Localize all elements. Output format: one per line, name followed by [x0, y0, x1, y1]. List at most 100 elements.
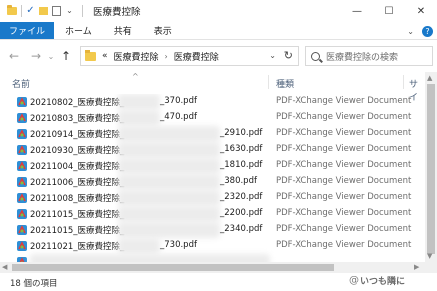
file-name-start: 20211015_医療費控除_ [30, 210, 125, 220]
refresh-icon[interactable]: ↻ [284, 49, 293, 62]
item-count: 18 個の項目 [10, 279, 58, 289]
list-item[interactable]: 20210914_医療費控除_ _2910.pdf PDF-XChange Vi… [0, 126, 425, 142]
breadcrumb-item-parent[interactable]: 医療費控除 [114, 50, 159, 63]
address-bar[interactable]: « 医療費控除 › 医療費控除 ⌄ ↻ [80, 46, 299, 66]
file-list: 20210802_医療費控除_ _370.pdf PDF-XChange Vie… [0, 94, 425, 262]
redacted-region [30, 254, 270, 262]
list-item[interactable]: 20210802_医療費控除_ _370.pdf PDF-XChange Vie… [0, 94, 425, 110]
list-item[interactable]: 20211006_医療費控除_ _380.pdf PDF-XChange Vie… [0, 174, 425, 190]
file-name-start: 20211008_医療費控除_ [30, 194, 125, 204]
back-button[interactable]: ← [6, 46, 22, 66]
redacted-region [118, 94, 160, 110]
pdf-file-icon [17, 145, 27, 155]
up-button[interactable]: ↑ [58, 46, 74, 66]
file-name-end: _2340.pdf [220, 224, 263, 234]
horizontal-scroll-thumb[interactable] [12, 264, 334, 271]
watermark-at-icon: @ [349, 274, 359, 286]
close-button[interactable]: ✕ [405, 0, 437, 22]
navigation-bar: ← → ⌄ ↑ « 医療費控除 › 医療費控除 ⌄ ↻ 医療費控除の検索 [0, 40, 437, 72]
redacted-region [118, 206, 220, 222]
ribbon-right: ⌄ ? [407, 22, 433, 40]
file-type: PDF-XChange Viewer Document [276, 96, 412, 106]
pdf-file-icon [17, 225, 27, 235]
redacted-region [118, 174, 220, 190]
minimize-button[interactable]: — [341, 0, 373, 22]
file-name-end: _1810.pdf [220, 160, 263, 170]
quick-access-dropdown-icon[interactable]: ⌄ [65, 6, 74, 16]
search-box[interactable]: 医療費控除の検索 [305, 46, 433, 66]
watermark: @ いつも隣に [349, 271, 429, 289]
file-type: PDF-XChange Viewer Document [276, 240, 412, 250]
column-header-type[interactable]: 種類 [276, 77, 294, 90]
breadcrumb-item-current[interactable]: 医療費控除 [174, 50, 219, 63]
column-header-name[interactable]: 名前 [12, 77, 30, 90]
pdf-file-icon [17, 97, 27, 107]
file-type: PDF-XChange Viewer Document [276, 112, 412, 122]
address-folder-icon [85, 49, 96, 61]
window-title: 医療費控除 [93, 7, 141, 18]
list-item[interactable]: 20211015_医療費控除_ _2200.pdf PDF-XChange Vi… [0, 206, 425, 222]
redacted-region [118, 110, 160, 126]
pdf-file-icon [17, 129, 27, 139]
file-type: PDF-XChange Viewer Document [276, 176, 412, 186]
breadcrumb-separator-icon[interactable]: › [165, 52, 168, 61]
scroll-down-icon[interactable]: ▼ [427, 252, 432, 260]
recent-locations-button[interactable]: ⌄ [46, 46, 56, 66]
file-type: PDF-XChange Viewer Document [276, 224, 412, 234]
column-divider[interactable] [403, 75, 404, 89]
vertical-scroll-thumb[interactable] [427, 84, 435, 254]
title-separator-2 [82, 5, 83, 17]
title-bar: ✓ ⌄ 医療費控除 — ☐ ✕ [0, 0, 437, 22]
scroll-right-icon[interactable]: ▶ [414, 263, 419, 271]
file-name-start: 20211015_医療費控除_ [30, 226, 125, 236]
search-input[interactable]: 医療費控除の検索 [326, 50, 398, 63]
quick-access-toolbar-icon[interactable] [52, 6, 61, 16]
file-name-end: _470.pdf [160, 112, 197, 122]
file-name-start: 20211006_医療費控除_ [30, 178, 125, 188]
redacted-region [118, 158, 220, 174]
tab-share[interactable]: 共有 [103, 22, 143, 39]
vertical-scrollbar[interactable]: ▲ ▼ [425, 72, 437, 262]
watermark-text: いつも隣に [360, 276, 406, 287]
file-type: PDF-XChange Viewer Document [276, 208, 412, 218]
file-name-start: 20210802_医療費控除_ [30, 98, 125, 108]
address-dropdown-icon[interactable]: ⌄ [269, 51, 276, 60]
tab-file[interactable]: ファイル [0, 22, 55, 39]
file-type: PDF-XChange Viewer Document [276, 192, 412, 202]
ribbon-expand-icon[interactable]: ⌄ [407, 27, 414, 36]
forward-button[interactable]: → [28, 46, 44, 66]
redacted-region [118, 142, 220, 158]
pdf-file-icon [17, 193, 27, 203]
breadcrumb-overflow[interactable]: « [102, 51, 108, 61]
file-name-end: _380.pdf [220, 176, 257, 186]
list-item[interactable]: 20210803_医療費控除_ _470.pdf PDF-XChange Vie… [0, 110, 425, 126]
new-folder-icon[interactable] [39, 7, 48, 15]
list-item[interactable]: 20211021_医療費控除_ _730.pdf PDF-XChange Vie… [0, 238, 425, 254]
folder-icon [7, 5, 17, 15]
scroll-up-icon[interactable]: ▲ [427, 74, 432, 82]
pdf-file-icon [17, 177, 27, 187]
tab-view[interactable]: 表示 [143, 22, 183, 39]
list-item[interactable]: 20210930_医療費控除_ _1630.pdf PDF-XChange Vi… [0, 142, 425, 158]
pdf-file-icon [17, 113, 27, 123]
redacted-region [118, 238, 160, 254]
file-type: PDF-XChange Viewer Document [276, 144, 412, 154]
file-name-start: 20211021_医療費控除_ [30, 242, 125, 252]
list-item-partial[interactable] [0, 254, 425, 262]
redacted-region [118, 190, 220, 206]
file-name-end: _1630.pdf [220, 144, 263, 154]
list-item[interactable]: 20211008_医療費控除_ _2320.pdf PDF-XChange Vi… [0, 190, 425, 206]
scroll-left-icon[interactable]: ◀ [2, 263, 7, 271]
help-icon[interactable]: ? [422, 25, 433, 37]
column-divider[interactable] [268, 75, 269, 89]
list-item[interactable]: 20211015_医療費控除_ _2340.pdf PDF-XChange Vi… [0, 222, 425, 238]
list-item[interactable]: 20211004_医療費控除_ _1810.pdf PDF-XChange Vi… [0, 158, 425, 174]
properties-check-icon[interactable]: ✓ [26, 6, 35, 16]
tab-home[interactable]: ホーム [54, 22, 103, 39]
title-separator [21, 5, 22, 17]
file-name-end: _2320.pdf [220, 192, 263, 202]
search-icon [311, 51, 320, 61]
file-name-start: 20211004_医療費控除_ [30, 162, 125, 172]
sort-indicator-icon: ^ [132, 72, 139, 81]
maximize-button[interactable]: ☐ [373, 0, 405, 22]
